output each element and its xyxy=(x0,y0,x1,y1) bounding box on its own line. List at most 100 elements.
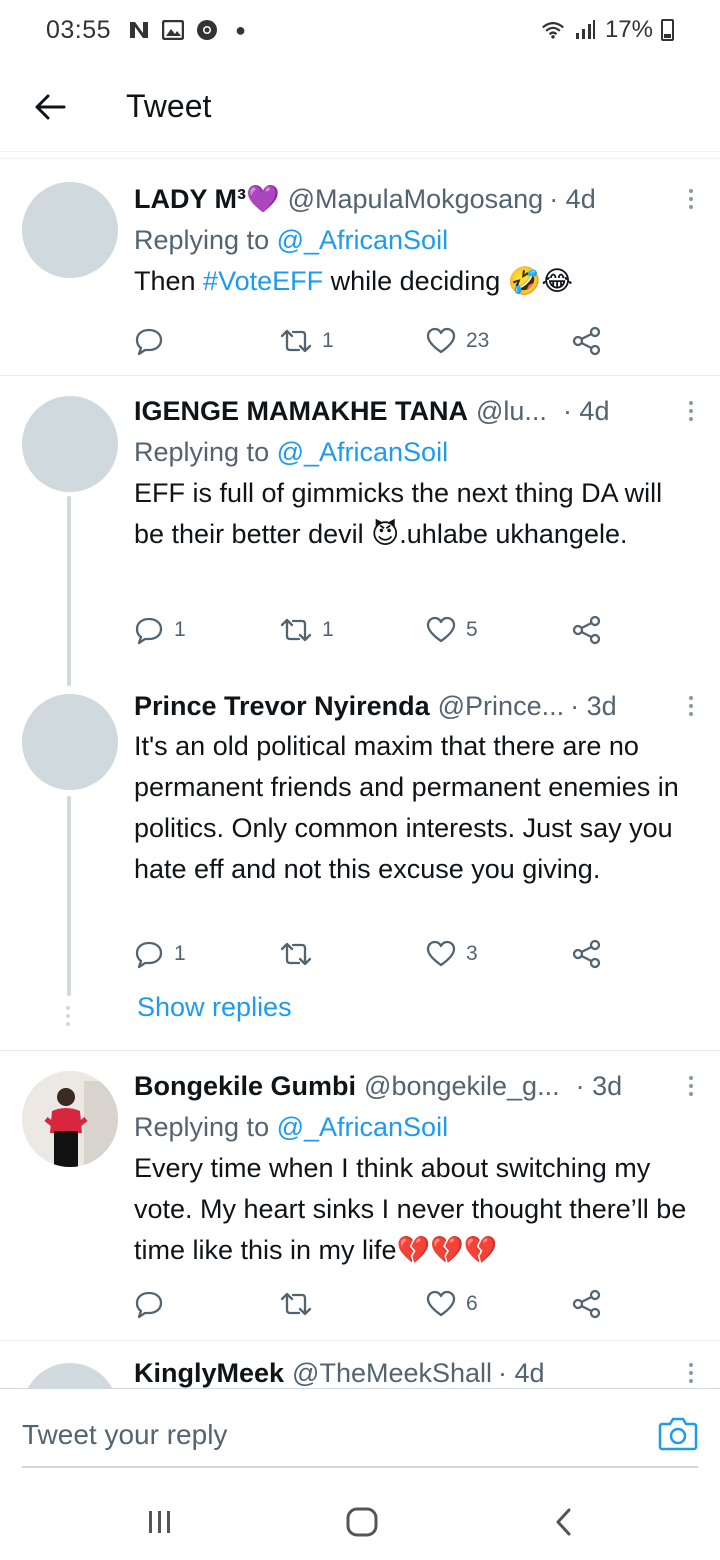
avatar[interactable] xyxy=(22,396,118,492)
share-button[interactable] xyxy=(572,615,602,645)
like-count: 5 xyxy=(466,618,478,641)
share-button[interactable] xyxy=(572,1289,602,1319)
more-options-icon[interactable] xyxy=(688,1363,698,1383)
tweet-meta: LADY M³💜 @MapulaMokgosang · 4d xyxy=(134,179,698,219)
display-name[interactable]: IGENGE MAMAKHE TANA xyxy=(134,396,468,427)
avatar[interactable] xyxy=(22,1363,118,1388)
user-handle[interactable]: @TheMeekShall xyxy=(292,1358,492,1389)
status-right: 17% xyxy=(541,16,674,44)
share-button[interactable] xyxy=(572,939,602,969)
show-replies-link[interactable]: Show replies xyxy=(137,992,292,1023)
like-button[interactable]: 6 xyxy=(426,1290,478,1318)
battery-percent: 17% xyxy=(604,16,653,43)
tweet-actions: 1 23 xyxy=(134,321,614,361)
tweet-text-after: while deciding 🤣😂 xyxy=(323,266,573,296)
display-name[interactable]: LADY M³💜 xyxy=(134,183,280,215)
tweet-time[interactable]: · 4d xyxy=(498,1358,545,1389)
replying-handle[interactable]: @_AfricanSoil xyxy=(277,1112,448,1142)
tweet-item[interactable]: IGENGE MAMAKHE TANA @lu... · 4d Replying… xyxy=(0,376,720,686)
tweet-text-before: Then xyxy=(134,266,204,296)
more-options-icon[interactable] xyxy=(688,1076,698,1096)
avatar[interactable] xyxy=(22,1071,118,1167)
user-handle[interactable]: @MapulaMokgosang xyxy=(288,184,544,215)
retweet-button[interactable]: 1 xyxy=(280,616,334,644)
comment-icon xyxy=(135,617,163,645)
replies-feed[interactable]: LADY M³💜 @MapulaMokgosang · 4d Replying … xyxy=(0,158,720,1388)
reply-bar xyxy=(0,1388,720,1476)
n-notification-icon xyxy=(127,18,151,42)
retweet-icon xyxy=(280,942,312,966)
status-bar: 03:55 ● 17% xyxy=(0,0,720,60)
hashtag-link[interactable]: #VoteEFF xyxy=(203,266,323,296)
dot-icon: ● xyxy=(235,19,246,40)
reply-button[interactable] xyxy=(134,1289,174,1319)
more-options-icon[interactable] xyxy=(688,696,698,716)
reply-input[interactable] xyxy=(22,1413,622,1457)
like-button[interactable]: 23 xyxy=(426,327,489,355)
chrome-icon xyxy=(195,18,219,42)
user-handle[interactable]: @lu... xyxy=(476,396,547,427)
reply-button[interactable] xyxy=(134,326,174,356)
tweet-time[interactable]: · 3d xyxy=(570,691,617,722)
thread-line xyxy=(67,796,71,996)
profile-photo xyxy=(22,1071,118,1167)
retweet-button[interactable] xyxy=(280,1290,322,1318)
retweet-count: 1 xyxy=(322,329,334,352)
like-button[interactable]: 5 xyxy=(426,616,478,644)
comment-icon xyxy=(135,328,163,356)
recent-apps-button[interactable] xyxy=(140,1502,180,1542)
tweet-text: It's an old political maxim that there a… xyxy=(134,731,679,884)
reply-divider xyxy=(22,1466,698,1468)
reply-button[interactable]: 1 xyxy=(134,615,186,645)
comment-icon xyxy=(135,1291,163,1319)
status-time: 03:55 xyxy=(46,15,112,44)
tweet-actions: 1 1 5 xyxy=(134,610,614,650)
retweet-count: 1 xyxy=(322,618,334,641)
display-name[interactable]: Bongekile Gumbi xyxy=(134,1071,356,1102)
user-handle[interactable]: @Prince... xyxy=(438,691,564,722)
more-options-icon[interactable] xyxy=(688,189,698,209)
share-button[interactable] xyxy=(572,326,602,356)
tweet-item[interactable]: LADY M³💜 @MapulaMokgosang · 4d Replying … xyxy=(0,159,720,376)
thread-dots-icon xyxy=(66,1006,72,1026)
heart-icon xyxy=(426,616,456,643)
tweet-meta: IGENGE MAMAKHE TANA @lu... · 4d xyxy=(134,391,698,431)
avatar[interactable] xyxy=(22,694,118,790)
avatar[interactable] xyxy=(22,182,118,278)
tweet-meta: Bongekile Gumbi @bongekile_g... · 3d xyxy=(134,1066,698,1106)
like-button[interactable]: 3 xyxy=(426,940,478,968)
tweet-time[interactable]: · 4d xyxy=(563,396,610,427)
user-handle[interactable]: @bongekile_g... xyxy=(364,1071,560,1102)
display-name[interactable]: KinglyMeek xyxy=(134,1358,284,1389)
replying-handle[interactable]: @_AfricanSoil xyxy=(277,437,448,467)
tweet-text: Then #VoteEFF while deciding 🤣😂 xyxy=(134,261,698,302)
tweet-item[interactable]: Prince Trevor Nyirenda @Prince... · 3d I… xyxy=(0,686,720,1051)
back-button[interactable] xyxy=(20,77,80,137)
retweet-button[interactable] xyxy=(280,940,322,968)
display-name[interactable]: Prince Trevor Nyirenda xyxy=(134,691,430,722)
battery-icon xyxy=(661,19,674,41)
retweet-button[interactable]: 1 xyxy=(280,327,334,355)
tweet-time[interactable]: · 4d xyxy=(549,184,596,215)
tweet-item[interactable]: Bongekile Gumbi @bongekile_g... · 3d Rep… xyxy=(0,1051,720,1341)
heart-icon xyxy=(426,1290,456,1317)
tweet-text: Every time when I think about switching … xyxy=(134,1153,687,1265)
tweet-actions: 6 xyxy=(134,1284,614,1324)
status-left: 03:55 ● xyxy=(46,16,246,45)
back-nav-button[interactable] xyxy=(544,1502,584,1542)
camera-button[interactable] xyxy=(658,1415,698,1451)
like-count: 6 xyxy=(466,1292,478,1315)
like-count: 3 xyxy=(466,942,478,965)
home-button[interactable] xyxy=(342,1502,382,1542)
reply-button[interactable]: 1 xyxy=(134,939,186,969)
tweet-text: EFF is full of gimmicks the next thing D… xyxy=(134,478,663,549)
system-nav-bar xyxy=(0,1478,720,1560)
replying-handle[interactable]: @_AfricanSoil xyxy=(277,225,448,255)
tweet-time[interactable]: · 3d xyxy=(576,1071,623,1102)
page-title: Tweet xyxy=(126,88,212,124)
like-count: 23 xyxy=(466,329,490,352)
tweet-actions: 1 3 xyxy=(134,934,614,974)
more-options-icon[interactable] xyxy=(688,401,698,421)
share-icon xyxy=(572,326,601,356)
tweet-item[interactable]: KinglyMeek @TheMeekShall · 4d xyxy=(0,1341,720,1388)
